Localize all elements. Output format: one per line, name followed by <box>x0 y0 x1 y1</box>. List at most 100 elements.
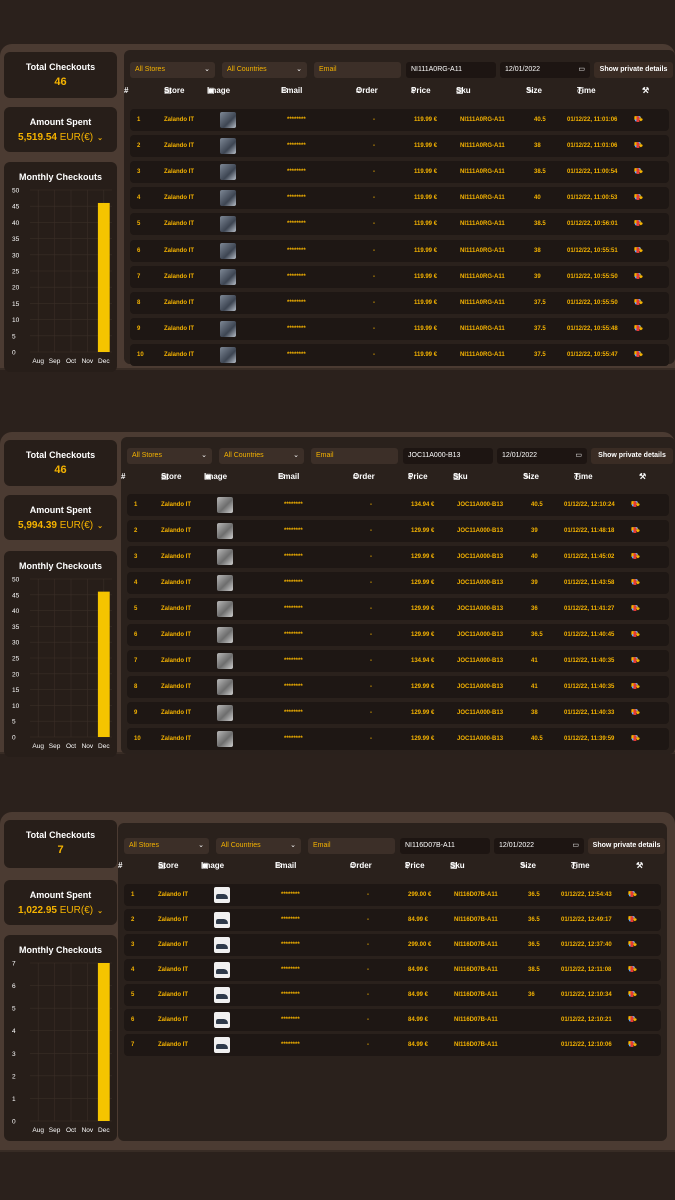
trash-icon[interactable]: ▮ <box>633 494 637 516</box>
date-filter-input[interactable]: 12/01/2022 ▭ <box>500 62 590 78</box>
trash-icon[interactable]: ▮ <box>636 213 640 235</box>
date-filter-input[interactable]: 12/01/2022 ▭ <box>494 838 584 854</box>
product-thumbnail[interactable] <box>220 138 236 155</box>
countries-select[interactable]: All Countries ⌄ <box>219 448 304 464</box>
product-thumbnail[interactable] <box>214 937 230 953</box>
table-row[interactable]: 4 Zalando IT ******** - 84.99 € NI116D07B-A11… <box>124 959 661 981</box>
table-row[interactable]: 9 Zalando IT ******** - 119.99 € NI111A0RG-A1… <box>130 317 669 340</box>
column-header-size[interactable]: ✎ Size <box>526 86 542 95</box>
column-header-size[interactable]: ✎ Size <box>520 861 536 870</box>
trash-icon[interactable]: ▮ <box>630 1034 634 1056</box>
product-thumbnail[interactable] <box>220 112 236 128</box>
product-thumbnail[interactable] <box>220 320 236 337</box>
trash-icon[interactable]: ▮ <box>633 702 637 724</box>
column-header-order[interactable]: # Order <box>353 472 375 481</box>
email-filter-input[interactable]: Email <box>314 62 401 78</box>
column-header-time[interactable]: ◷ Time <box>577 86 596 95</box>
column-header-image[interactable]: ▣ Image <box>201 861 224 870</box>
trash-icon[interactable]: ▮ <box>633 624 637 646</box>
table-row[interactable]: 7 Zalando IT ******** - 134.94 € JOC11A000-B1… <box>127 650 669 672</box>
product-thumbnail[interactable] <box>214 962 230 978</box>
countries-select[interactable]: All Countries ⌄ <box>216 838 301 854</box>
table-row[interactable]: 8 Zalando IT ******** - 129.99 € JOC11A000-B1… <box>127 676 669 698</box>
table-row[interactable]: 3 Zalando IT ******** - 119.99 € NI111A0RG-A1… <box>130 161 669 184</box>
product-thumbnail[interactable] <box>214 912 230 928</box>
calendar-icon[interactable]: ▭ <box>578 62 585 78</box>
show-private-details-button[interactable]: Show private details <box>588 838 665 854</box>
table-row[interactable]: 6 Zalando IT ******** - 119.99 € NI111A0RG-A1… <box>130 239 669 262</box>
column-header-num[interactable]: # <box>124 86 128 95</box>
table-row[interactable]: 2 Zalando IT ******** - 119.99 € NI111A0RG-A1… <box>130 135 669 158</box>
column-header-email[interactable]: ✉ Email <box>281 86 302 95</box>
column-header-num[interactable]: # <box>118 861 122 870</box>
trash-icon[interactable]: ▮ <box>630 984 634 1006</box>
trash-icon[interactable]: ▮ <box>636 344 640 366</box>
show-private-details-button[interactable]: Show private details <box>594 62 673 78</box>
table-row[interactable]: 3 Zalando IT ******** - 129.99 € JOC11A000-B1… <box>127 546 669 568</box>
product-thumbnail[interactable] <box>220 216 236 233</box>
sku-filter-input[interactable]: NI116D07B-A11 <box>400 838 490 854</box>
sku-filter-input[interactable]: JOC11A000-B13 <box>403 448 493 464</box>
amount-spent-card[interactable]: Amount Spent 5,519.54 EUR(€) ⌄ <box>4 107 117 152</box>
calendar-icon[interactable]: ▭ <box>575 448 582 464</box>
table-row[interactable]: 8 Zalando IT ******** - 119.99 € NI111A0RG-A1… <box>130 291 669 314</box>
column-header-price[interactable]: $ Price <box>411 86 431 95</box>
column-header-order[interactable]: # Order <box>356 86 378 95</box>
product-thumbnail[interactable] <box>217 627 233 643</box>
product-thumbnail[interactable] <box>217 523 233 539</box>
show-private-details-button[interactable]: Show private details <box>591 448 673 464</box>
email-filter-input[interactable]: Email <box>311 448 398 464</box>
column-header-order[interactable]: # Order <box>350 861 372 870</box>
trash-icon[interactable]: ▮ <box>636 318 640 340</box>
trash-icon[interactable]: ▮ <box>633 676 637 698</box>
product-thumbnail[interactable] <box>220 190 236 207</box>
stores-select[interactable]: All Stores ⌄ <box>130 62 215 78</box>
product-thumbnail[interactable] <box>220 346 236 363</box>
table-row[interactable]: 4 Zalando IT ******** - 129.99 € JOC11A000-B1… <box>127 572 669 594</box>
product-thumbnail[interactable] <box>214 1037 230 1053</box>
table-row[interactable]: 5 Zalando IT ******** - 119.99 € NI111A0RG-A1… <box>130 213 669 236</box>
column-header-store[interactable]: ▤ Store <box>161 472 181 481</box>
trash-icon[interactable]: ▮ <box>630 934 634 956</box>
product-thumbnail[interactable] <box>220 294 236 311</box>
trash-icon[interactable]: ▮ <box>636 292 640 314</box>
product-thumbnail[interactable] <box>220 242 236 259</box>
bar-dec[interactable] <box>97 202 110 352</box>
table-row[interactable]: 5 Zalando IT ******** - 129.99 € JOC11A000-B1… <box>127 598 669 620</box>
product-thumbnail[interactable] <box>217 653 233 669</box>
product-thumbnail[interactable] <box>220 164 236 181</box>
bar-dec[interactable] <box>97 591 110 737</box>
table-row[interactable]: 5 Zalando IT ******** - 84.99 € NI116D07B-A11… <box>124 984 661 1006</box>
product-thumbnail[interactable] <box>220 268 236 285</box>
wrench-icon[interactable]: ⚒ <box>642 86 649 95</box>
stores-select[interactable]: All Stores ⌄ <box>124 838 209 854</box>
column-header-size[interactable]: ✎ Size <box>523 472 539 481</box>
column-header-sku[interactable]: ▥ Sku <box>453 472 468 481</box>
table-row[interactable]: 6 Zalando IT ******** - 84.99 € NI116D07B-A11… <box>124 1009 661 1031</box>
trash-icon[interactable]: ▮ <box>633 650 637 672</box>
column-header-time[interactable]: ◷ Time <box>574 472 593 481</box>
trash-icon[interactable]: ▮ <box>633 520 637 542</box>
calendar-icon[interactable]: ▭ <box>572 838 579 854</box>
column-header-time[interactable]: ◷ Time <box>571 861 590 870</box>
table-row[interactable]: 2 Zalando IT ******** - 84.99 € NI116D07B-A11… <box>124 909 661 931</box>
table-row[interactable]: 2 Zalando IT ******** - 129.99 € JOC11A000-B1… <box>127 520 669 542</box>
column-header-image[interactable]: ▣ Image <box>204 472 227 481</box>
trash-icon[interactable]: ▮ <box>633 598 637 620</box>
sku-filter-input[interactable]: NI111A0RG-A11 <box>406 62 496 78</box>
trash-icon[interactable]: ▮ <box>636 187 640 209</box>
product-thumbnail[interactable] <box>217 497 233 513</box>
trash-icon[interactable]: ▮ <box>633 728 637 750</box>
trash-icon[interactable]: ▮ <box>630 884 634 906</box>
table-row[interactable]: 4 Zalando IT ******** - 119.99 € NI111A0RG-A1… <box>130 187 669 210</box>
chevron-down-icon[interactable]: ⌄ <box>97 908 103 915</box>
column-header-price[interactable]: $ Price <box>405 861 425 870</box>
trash-icon[interactable]: ▮ <box>633 546 637 568</box>
amount-spent-card[interactable]: Amount Spent 5,994.39 EUR(€) ⌄ <box>4 495 117 540</box>
product-thumbnail[interactable] <box>217 731 233 747</box>
bar-dec[interactable] <box>97 963 110 1121</box>
product-thumbnail[interactable] <box>214 987 230 1003</box>
table-row[interactable]: 3 Zalando IT ******** - 299.00 € NI116D07B-A1… <box>124 934 661 956</box>
product-thumbnail[interactable] <box>217 601 233 617</box>
table-row[interactable]: 9 Zalando IT ******** - 129.99 € JOC11A000-B1… <box>127 702 669 724</box>
